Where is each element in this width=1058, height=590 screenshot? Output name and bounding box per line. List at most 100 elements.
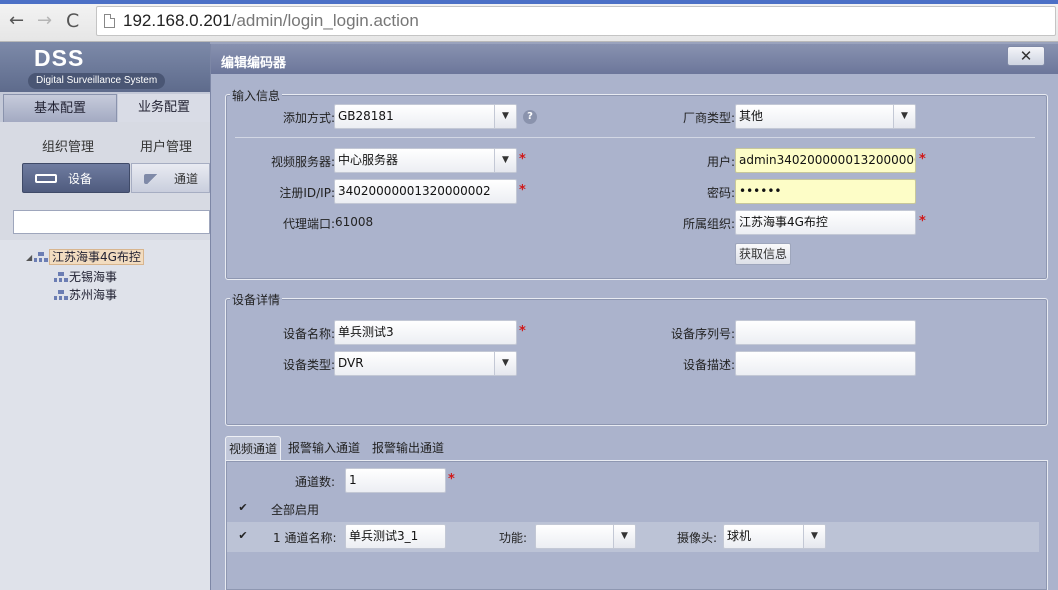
url-text[interactable]: 192.168.0.201/admin/login_login.action: [123, 11, 419, 31]
sub-menu: 组织管理 用户管理: [0, 122, 210, 160]
channel-enable-checkbox[interactable]: ✔: [237, 530, 249, 542]
url-path: /admin/login_login.action: [231, 11, 419, 30]
video-server-label: 视频服务器:: [270, 155, 335, 169]
device-name-label: 设备名称:: [282, 327, 335, 341]
channel-icon: [144, 174, 160, 184]
org-icon: [34, 252, 48, 263]
user-input[interactable]: admin34020000001320000002: [735, 148, 916, 173]
enable-all-label: 全部启用: [271, 503, 320, 517]
device-serial-label: 设备序列号:: [670, 327, 735, 341]
device-name-input[interactable]: 单兵测试3: [334, 320, 517, 345]
reload-icon[interactable]: C: [66, 10, 79, 32]
dropdown-arrow-icon[interactable]: ▼: [803, 525, 825, 548]
enable-all-checkbox[interactable]: ✔: [237, 502, 249, 514]
collapse-arrow-icon[interactable]: ◢: [26, 253, 34, 262]
dropdown-arrow-icon[interactable]: ▼: [494, 149, 516, 172]
tree-node-label: 无锡海事: [69, 270, 118, 284]
required-mark: *: [519, 152, 526, 167]
dialog-title: 编辑编码器: [221, 56, 287, 71]
url-host: 192.168.0.201: [123, 11, 232, 30]
proxy-port-value: 61008: [335, 215, 374, 229]
device-detail-legend: 设备详情: [230, 291, 283, 308]
org-icon: [54, 272, 68, 283]
tree-search-row: [0, 198, 210, 240]
function-select[interactable]: ▼: [535, 524, 636, 549]
dialog-title-bar: 编辑编码器 ✕: [211, 44, 1058, 74]
org-label: 所属组织:: [682, 217, 735, 231]
app-logo: DSS: [34, 45, 85, 71]
address-bar[interactable]: 192.168.0.201/admin/login_login.action: [96, 6, 1056, 36]
camera-value: 球机: [727, 529, 752, 543]
channel-count-label: 通道数:: [294, 475, 335, 489]
required-mark: *: [919, 214, 926, 229]
tree-node-label: 苏州海事: [69, 288, 118, 302]
reg-id-input[interactable]: 34020000001320000002: [334, 179, 517, 204]
tree-node-root[interactable]: ◢ 江苏海事4G布控: [26, 248, 144, 265]
vendor-label: 厂商类型:: [682, 111, 735, 125]
vendor-value: 其他: [739, 109, 764, 123]
app-header: DSS Digital Surveillance System: [0, 42, 210, 92]
add-method-label: 添加方式:: [282, 111, 335, 125]
device-type-select[interactable]: DVR ▼: [334, 351, 517, 376]
tab-device-label: 设备: [68, 172, 93, 186]
password-input[interactable]: ••••••: [735, 179, 916, 204]
tree-node-child[interactable]: 苏州海事: [54, 286, 117, 303]
required-mark: *: [519, 183, 526, 198]
menu-org-management[interactable]: 组织管理: [42, 136, 94, 155]
reg-id-label: 注册ID/IP:: [279, 186, 335, 200]
dropdown-arrow-icon[interactable]: ▼: [494, 105, 516, 128]
camera-select[interactable]: 球机 ▼: [723, 524, 826, 549]
tab-video-channel[interactable]: 视频通道: [225, 436, 282, 460]
org-tree: ◢ 江苏海事4G布控 无锡海事 苏州海事: [0, 240, 210, 590]
video-server-select[interactable]: 中心服务器 ▼: [334, 148, 517, 173]
device-desc-input[interactable]: [735, 351, 916, 376]
device-icon: [35, 174, 57, 183]
tree-tabs: 设备 通道: [0, 160, 210, 198]
device-type-label: 设备类型:: [282, 358, 335, 372]
help-icon[interactable]: ?: [523, 110, 537, 124]
tree-node-child[interactable]: 无锡海事: [54, 268, 117, 285]
channel-name-label: 1 通道名称:: [273, 531, 337, 545]
user-label: 用户:: [706, 155, 735, 169]
main-tabs: 基本配置 业务配置: [0, 92, 210, 122]
camera-label: 摄像头:: [677, 531, 718, 545]
edit-encoder-dialog: 编辑编码器 ✕ 输入信息 添加方式: GB28181 ▼ ? 厂商类型: 其他 …: [210, 44, 1058, 590]
close-button[interactable]: ✕: [1007, 46, 1045, 66]
tab-device[interactable]: 设备: [22, 163, 130, 193]
tree-search-input[interactable]: [13, 210, 210, 234]
app-logo-subtitle: Digital Surveillance System: [28, 73, 166, 89]
add-method-value: GB28181: [338, 109, 394, 123]
dropdown-arrow-icon[interactable]: ▼: [494, 352, 516, 375]
device-desc-label: 设备描述:: [682, 358, 735, 372]
tab-alarm-input-channel[interactable]: 报警输入通道: [285, 436, 363, 460]
forward-arrow-icon[interactable]: →: [37, 10, 52, 32]
channel-name-input[interactable]: 单兵测试3_1: [345, 524, 446, 549]
video-server-value: 中心服务器: [338, 153, 399, 167]
page-icon: [104, 14, 115, 28]
section-divider: [235, 137, 1035, 138]
password-label: 密码:: [706, 186, 735, 200]
channel-count-input[interactable]: 1: [345, 468, 446, 493]
proxy-port-label: 代理端口:: [282, 217, 335, 231]
tab-basic-config[interactable]: 基本配置: [3, 94, 117, 122]
required-mark: *: [919, 152, 926, 167]
back-arrow-icon[interactable]: ←: [9, 10, 24, 32]
tab-business-config[interactable]: 业务配置: [118, 94, 210, 122]
channel-tabs: 视频通道 报警输入通道 报警输出通道: [225, 434, 1048, 460]
tab-channel[interactable]: 通道: [131, 163, 210, 193]
org-input[interactable]: 江苏海事4G布控: [735, 210, 916, 235]
vendor-select[interactable]: 其他 ▼: [735, 104, 916, 129]
dropdown-arrow-icon[interactable]: ▼: [613, 525, 635, 548]
fetch-info-button[interactable]: 获取信息: [735, 243, 792, 265]
browser-top-border: [0, 0, 1058, 4]
device-type-value: DVR: [338, 356, 364, 370]
menu-user-management[interactable]: 用户管理: [140, 136, 192, 155]
org-icon: [54, 290, 68, 301]
input-info-legend: 输入信息: [230, 87, 283, 104]
device-serial-input[interactable]: [735, 320, 916, 345]
dropdown-arrow-icon[interactable]: ▼: [893, 105, 915, 128]
tab-channel-label: 通道: [174, 172, 199, 186]
required-mark: *: [448, 472, 455, 487]
add-method-select[interactable]: GB28181 ▼: [334, 104, 517, 129]
tab-alarm-output-channel[interactable]: 报警输出通道: [369, 436, 447, 460]
